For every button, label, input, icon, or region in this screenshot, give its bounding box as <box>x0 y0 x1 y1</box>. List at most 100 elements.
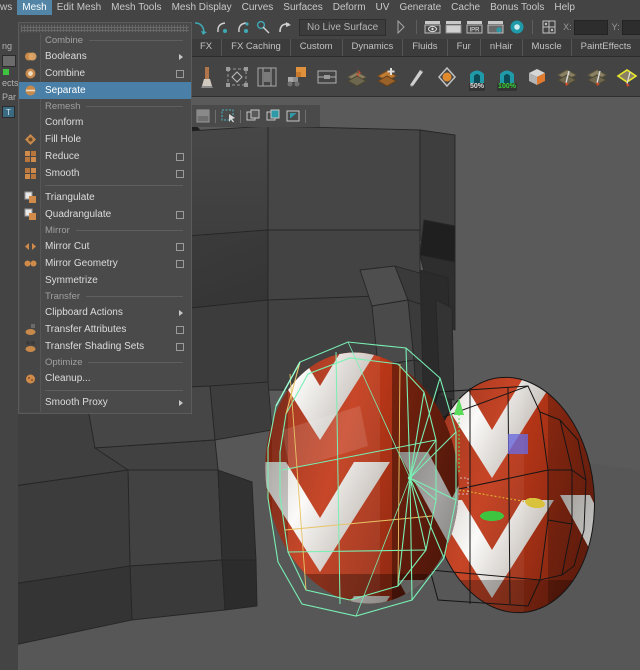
nparticle-icon[interactable] <box>432 60 462 94</box>
cloth-selected-icon[interactable] <box>612 60 640 94</box>
coord-y-input[interactable] <box>621 19 640 35</box>
menu-generate[interactable]: Generate <box>394 0 446 15</box>
tab-dynamics[interactable]: Dynamics <box>342 38 404 56</box>
main-menu-bar[interactable]: ws Mesh Edit Mesh Mesh Tools Mesh Displa… <box>0 0 640 15</box>
rigid-body-icon[interactable] <box>252 60 282 94</box>
option-box[interactable] <box>176 342 184 351</box>
lasso-select-icon[interactable] <box>218 107 238 125</box>
tab-nhair[interactable]: nHair <box>480 38 523 56</box>
option-box[interactable] <box>176 152 184 161</box>
render-current-frame-icon[interactable] <box>423 17 442 37</box>
cloth-constraint-icon[interactable] <box>582 60 612 94</box>
menu-item-label: Mirror Cut <box>45 241 90 252</box>
menu-item-combine[interactable]: Combine <box>19 65 191 82</box>
option-box[interactable] <box>176 259 184 268</box>
grid-toggle-icon[interactable] <box>539 17 558 37</box>
viewport-toolbar[interactable] <box>190 105 320 127</box>
thumbnail-swatch[interactable] <box>2 55 16 67</box>
mesh-dropdown-menu[interactable]: Combine Booleans Combine Separate Remesh <box>18 22 192 414</box>
menu-tearoff-handle[interactable] <box>21 25 189 32</box>
text-tool-button[interactable]: T <box>2 106 15 118</box>
menu-uv[interactable]: UV <box>371 0 395 15</box>
ncloth-icon[interactable] <box>342 60 372 94</box>
tab-custom[interactable]: Custom <box>290 38 343 56</box>
select-tool-icon[interactable] <box>193 107 213 125</box>
cloth-tear-icon[interactable] <box>552 60 582 94</box>
menu-help[interactable]: Help <box>549 0 580 15</box>
create-passive-collider-icon[interactable] <box>312 60 342 94</box>
menu-item-reduce[interactable]: Reduce <box>19 148 191 165</box>
shelf-icon-row[interactable]: 50% 100% <box>190 57 640 97</box>
status-dot <box>3 69 9 75</box>
menu-item-mirror-cut[interactable]: Mirror Cut <box>19 238 191 255</box>
menu-item-booleans[interactable]: Booleans <box>19 48 191 65</box>
menu-mesh-tools[interactable]: Mesh Tools <box>106 0 166 15</box>
render-sequence-icon[interactable] <box>444 17 463 37</box>
mirror-cut-icon <box>24 240 37 253</box>
menu-item-label: Triangulate <box>45 192 95 203</box>
tab-fx-caching[interactable]: FX Caching <box>222 38 291 56</box>
passive-cube-icon[interactable] <box>522 60 552 94</box>
menu-item-triangulate[interactable]: Triangulate <box>19 189 191 206</box>
menu-item-transfer-shading-sets[interactable]: Transfer Shading Sets <box>19 338 191 355</box>
create-ncloth-icon[interactable] <box>372 60 402 94</box>
menu-deform[interactable]: Deform <box>328 0 371 15</box>
expand-arrow-icon[interactable] <box>391 17 410 37</box>
option-box[interactable] <box>176 210 184 219</box>
menu-item-label: Booleans <box>45 51 87 62</box>
menu-item-mirror-geometry[interactable]: Mirror Geometry <box>19 255 191 272</box>
tab-fluids[interactable]: Fluids <box>403 38 448 56</box>
menu-edit-mesh[interactable]: Edit Mesh <box>52 0 106 15</box>
live-surface-field[interactable]: No Live Surface <box>299 18 387 36</box>
menu-item-symmetrize[interactable]: Symmetrize <box>19 272 191 289</box>
menu-item-quadrangulate[interactable]: Quadrangulate <box>19 206 191 223</box>
menu-item-smooth-proxy[interactable]: Smooth Proxy <box>19 394 191 411</box>
menu-surfaces[interactable]: Surfaces <box>278 0 327 15</box>
menu-item-separate[interactable]: Separate <box>19 82 191 99</box>
ipr-render-icon[interactable]: IPR <box>465 17 484 37</box>
option-box[interactable] <box>176 325 184 334</box>
snap-projected-center-icon[interactable] <box>254 17 273 37</box>
duplicate-special-icon[interactable] <box>263 107 283 125</box>
menu-item-transfer-attributes[interactable]: Transfer Attributes <box>19 321 191 338</box>
left-panel[interactable]: ng ects Par T <box>0 39 19 129</box>
shelf-tab-bar[interactable]: FX FX Caching Custom Dynamics Fluids Fur… <box>190 38 640 57</box>
knife-tool-icon[interactable] <box>402 60 432 94</box>
snap-grid-icon[interactable] <box>212 17 231 37</box>
tab-fur[interactable]: Fur <box>447 38 481 56</box>
left-panel-row-label: Par <box>2 92 17 102</box>
tab-muscle[interactable]: Muscle <box>522 38 572 56</box>
menu-item-conform[interactable]: Conform <box>19 114 191 131</box>
menu-item-fill-hole[interactable]: Fill Hole <box>19 131 191 148</box>
preset-50-icon[interactable]: 50% <box>462 60 492 94</box>
menu-mesh-display[interactable]: Mesh Display <box>167 0 237 15</box>
option-box[interactable] <box>176 69 184 78</box>
render-settings-icon[interactable] <box>486 17 505 37</box>
duplicate-icon[interactable] <box>243 107 263 125</box>
menu-item-cleanup[interactable]: Cleanup... <box>19 370 191 387</box>
hypershade-icon[interactable] <box>507 17 526 37</box>
snap-curve-icon[interactable] <box>191 17 210 37</box>
particle-emitter-icon[interactable] <box>282 60 312 94</box>
soft-body-icon[interactable] <box>222 60 252 94</box>
triangulate-icon <box>24 191 37 204</box>
tab-fx[interactable]: FX <box>190 38 223 56</box>
menu-bonus-tools[interactable]: Bonus Tools <box>485 0 549 15</box>
make-live-icon[interactable] <box>275 17 294 37</box>
tab-painteffects[interactable]: PaintEffects <box>571 38 640 56</box>
menu-item-label: Quadrangulate <box>45 209 112 220</box>
option-box[interactable] <box>176 242 184 251</box>
coord-x-input[interactable] <box>573 19 608 35</box>
menu-item-smooth[interactable]: Smooth <box>19 165 191 182</box>
snap-to-grid-icon[interactable] <box>283 107 303 125</box>
menu-item-clipboard-actions[interactable]: Clipboard Actions <box>19 304 191 321</box>
toolbar-divider <box>215 109 216 123</box>
option-box[interactable] <box>176 169 184 178</box>
paint-brush-icon[interactable] <box>192 60 222 94</box>
menu-curves[interactable]: Curves <box>237 0 279 15</box>
menu-windows[interactable]: ws <box>0 0 17 15</box>
snap-point-icon[interactable] <box>233 17 252 37</box>
menu-cache[interactable]: Cache <box>446 0 485 15</box>
preset-100-icon[interactable]: 100% <box>492 60 522 94</box>
menu-mesh[interactable]: Mesh <box>17 0 52 15</box>
